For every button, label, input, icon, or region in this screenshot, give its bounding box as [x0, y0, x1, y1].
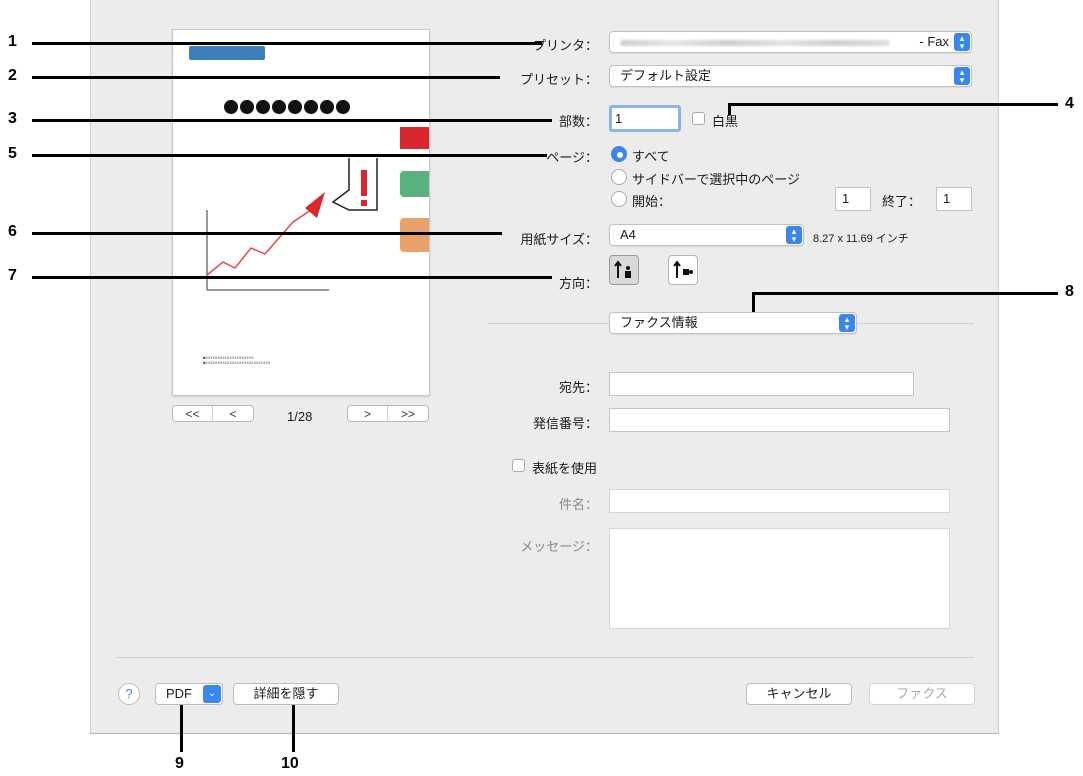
help-button[interactable]: ?: [118, 683, 140, 705]
section-popup[interactable]: ファクス情報 ▴ ▾: [609, 312, 857, 334]
callout-8: 8: [1065, 283, 1074, 300]
cancel-button[interactable]: キャンセル: [746, 683, 852, 705]
callout-2: 2: [8, 67, 17, 84]
preview-header-bar: [189, 46, 265, 60]
fax-button: ファクス: [869, 683, 975, 705]
callout-1: 1: [8, 33, 17, 50]
printer-name-blurred: [620, 40, 890, 46]
callout-line-7: [32, 276, 552, 279]
callout-6: 6: [8, 223, 17, 240]
preset-popup[interactable]: デフォルト設定 ▴ ▾: [609, 65, 972, 87]
printer-popup[interactable]: - Fax ▴ ▾: [609, 31, 972, 53]
callout-line-9: [180, 705, 183, 752]
cover-page-checkbox[interactable]: [512, 459, 525, 472]
callout-line-8: [752, 292, 1058, 295]
pages-to-label: 終了：: [882, 194, 922, 209]
pages-to-input[interactable]: 1: [936, 187, 972, 211]
preset-value: デフォルト設定: [620, 68, 712, 83]
preview-tab-red: [400, 127, 429, 149]
callout-10: 10: [281, 755, 299, 772]
cover-page-label: 表紙を使用: [532, 461, 598, 476]
callout-9: 9: [175, 755, 184, 772]
pdf-label: PDF: [166, 686, 192, 701]
callout-line-10: [292, 705, 295, 752]
preview-dots: [223, 98, 358, 121]
next-page-button[interactable]: >: [348, 406, 388, 422]
fax-to-label: 宛先：: [558, 380, 598, 395]
bw-label: 白黒: [712, 114, 739, 129]
hide-details-button[interactable]: 詳細を隠す: [233, 683, 339, 705]
paper-dimension: 8.27 x 11.69 インチ: [813, 233, 909, 245]
fax-message-textarea: [609, 528, 950, 629]
callout-4: 4: [1065, 95, 1074, 112]
chevron-down-icon: ⌄: [203, 685, 221, 703]
callout-line-5: [32, 154, 547, 157]
fax-message-label: メッセージ：: [520, 539, 598, 554]
pages-selected-radio[interactable]: [611, 169, 627, 185]
callout-line-8-drop: [752, 292, 755, 312]
callout-3: 3: [8, 110, 17, 127]
pages-selected-label: サイドバーで選択中のページ: [632, 172, 800, 187]
callout-line-3: [32, 119, 552, 122]
pdf-menu-button[interactable]: PDF ⌄: [155, 683, 223, 705]
pages-from-label: 開始：: [632, 194, 672, 209]
section-popup-value: ファクス情報: [620, 315, 698, 330]
printer-suffix: - Fax: [919, 34, 949, 49]
pages-range-radio[interactable]: [611, 191, 627, 207]
chevron-updown-icon: ▴ ▾: [839, 314, 855, 332]
preview-first-prev-group: << <: [172, 405, 254, 422]
first-page-button[interactable]: <<: [173, 406, 213, 422]
landscape-icon: [673, 260, 693, 278]
pages-all-radio[interactable]: [611, 146, 627, 162]
fax-sender-label: 発信番号：: [532, 416, 598, 431]
footer-divider: [116, 657, 974, 658]
chevron-updown-icon: ▴ ▾: [954, 67, 970, 85]
pages-from-input[interactable]: 1: [835, 187, 871, 211]
callout-line-6: [32, 232, 502, 235]
page-indicator: 1/28: [287, 409, 313, 424]
bw-checkbox[interactable]: [692, 112, 705, 125]
paper-size-value: A4: [620, 227, 636, 242]
portrait-icon: [614, 260, 631, 278]
callout-5: 5: [8, 145, 17, 162]
chevron-updown-icon: ▴ ▾: [786, 226, 802, 244]
callout-line-2: [32, 76, 500, 79]
paper-size-popup[interactable]: A4 ▴ ▾: [609, 224, 804, 246]
callout-line-4: [728, 103, 1058, 106]
callout-line-1: [32, 42, 542, 45]
preview-tab-green: [400, 171, 429, 197]
callout-7: 7: [8, 267, 17, 284]
pages-all-label: すべて: [632, 149, 670, 164]
portrait-orientation-button[interactable]: [609, 255, 639, 285]
fax-to-input[interactable]: [609, 372, 914, 396]
fax-sender-input[interactable]: [609, 408, 950, 432]
fax-subject-input: [609, 489, 950, 513]
preview-footnote: ●xxxxxxxxxxxxxxxxxxxx ●xxxxxxxxxxxxxxxxxx…: [203, 355, 271, 365]
page-preview: ●xxxxxxxxxxxxxxxxxxxx ●xxxxxxxxxxxxxxxxxx…: [173, 30, 429, 395]
prev-page-button[interactable]: <: [213, 406, 253, 422]
chevron-updown-icon: ▴ ▾: [954, 33, 970, 51]
callout-line-4-drop: [728, 103, 731, 115]
fax-subject-label: 件名：: [558, 497, 598, 512]
landscape-orientation-button[interactable]: [668, 255, 698, 285]
copies-input[interactable]: 1: [609, 105, 681, 132]
